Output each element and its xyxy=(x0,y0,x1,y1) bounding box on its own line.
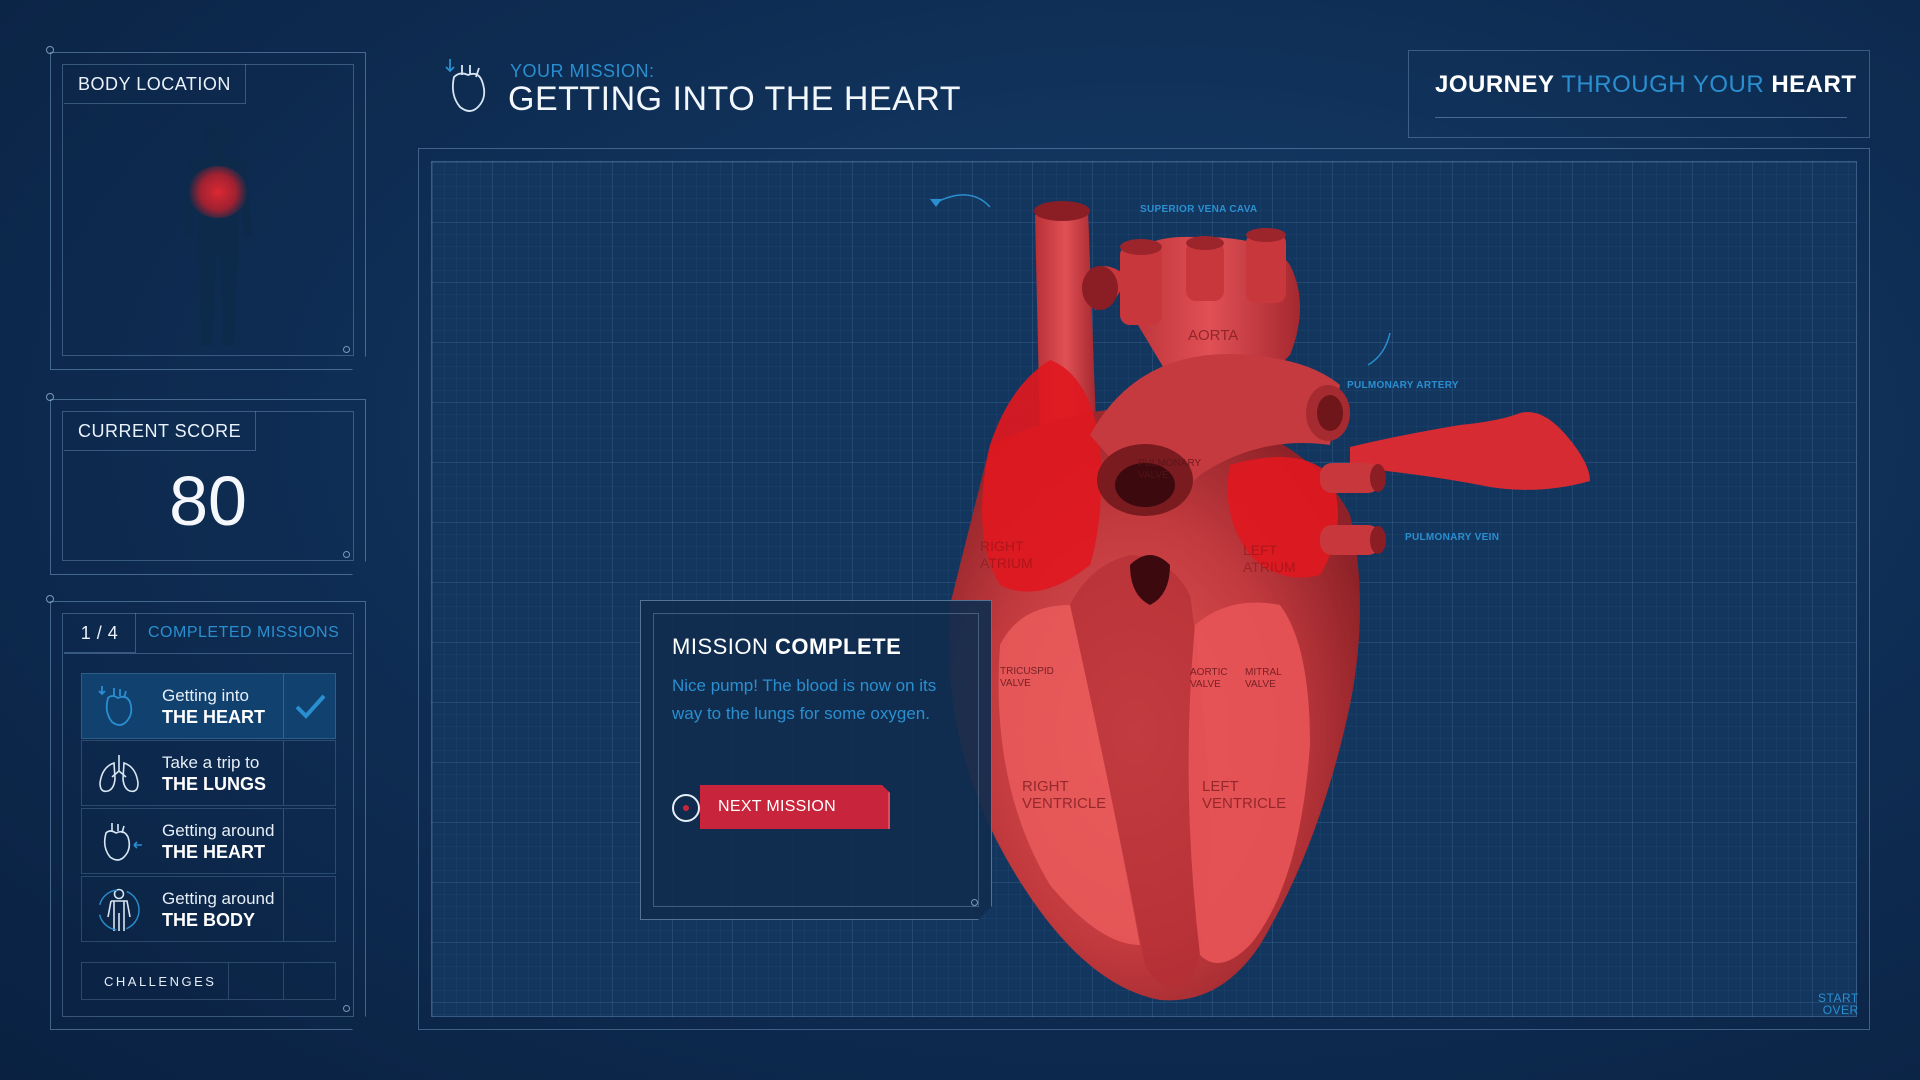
next-mission-label: NEXT MISSION xyxy=(718,798,836,815)
dialog-body: Nice pump! The blood is now on its way t… xyxy=(672,676,937,723)
dialog-title-bold: COMPLETE xyxy=(775,634,902,659)
brand-word-journey: JOURNEY xyxy=(1435,71,1555,98)
dialog-title: MISSION COMPLETE xyxy=(672,634,901,660)
label-line: RIGHT xyxy=(980,538,1024,554)
mission-item-around-heart[interactable]: Getting around THE HEART xyxy=(81,808,336,874)
mission-status xyxy=(283,674,335,738)
label-line: ATRIUM xyxy=(1243,559,1296,575)
divider xyxy=(228,963,229,999)
lungs-icon xyxy=(99,755,139,793)
label-line: VALVE xyxy=(1138,470,1169,481)
body-icon xyxy=(98,888,140,931)
mission-kicker: YOUR MISSION: xyxy=(510,61,655,81)
mission-line1: Getting into xyxy=(162,686,249,705)
challenges-button[interactable]: CHALLENGES xyxy=(81,962,336,1000)
divider xyxy=(64,653,352,654)
mission-line2: THE HEART xyxy=(162,707,265,727)
mission-status xyxy=(283,877,335,941)
start-over-button[interactable]: START OVER xyxy=(1818,992,1859,1016)
mission-line1: Getting around xyxy=(162,821,275,840)
corner-dot xyxy=(971,899,978,906)
label-superior-vena-cava: SUPERIOR VENA CAVA xyxy=(1140,204,1258,215)
body-location-label: BODY LOCATION xyxy=(64,64,246,104)
corner-dot xyxy=(343,346,350,353)
label-mitral-valve: MITRAL VALVE xyxy=(1245,667,1282,691)
label-line: LEFT xyxy=(1243,542,1278,558)
label-line: VENTRICLE xyxy=(1202,795,1287,812)
label-line: VALVE xyxy=(1190,679,1221,690)
mission-item-lungs[interactable]: Take a trip to THE LUNGS xyxy=(81,740,336,806)
score-panel: CURRENT SCORE 80 xyxy=(46,393,368,575)
mission-title: GETTING INTO THE HEART xyxy=(508,80,962,118)
play-dot-icon xyxy=(683,805,689,811)
label-line: LEFT xyxy=(1202,778,1239,795)
mission-line2: THE HEART xyxy=(162,842,265,862)
label-right-atrium: RIGHT ATRIUM xyxy=(980,538,1033,572)
score-label: CURRENT SCORE xyxy=(64,411,257,451)
body-highlight xyxy=(188,166,248,218)
heart-arrows-icon xyxy=(103,823,142,861)
mission-line1: Take a trip to xyxy=(162,753,260,772)
body-silhouette xyxy=(168,116,268,356)
brand-underline xyxy=(1435,117,1847,118)
label-pulmonary-valve: PULMONARY VALVE xyxy=(1138,458,1201,482)
heart-illustration xyxy=(930,194,1590,1001)
mission-line1: Getting around xyxy=(162,889,275,908)
label-line: TRICUSPID xyxy=(1000,666,1054,677)
missions-progress: 1 / 4 xyxy=(64,613,136,653)
label-aorta: AORTA xyxy=(1188,327,1239,344)
brand-panel: JOURNEY THROUGH YOUR HEART xyxy=(1408,50,1870,138)
divider xyxy=(283,963,284,999)
mission-line2: THE BODY xyxy=(162,910,256,930)
mission-status xyxy=(283,741,335,805)
label-aortic-valve: AORTIC VALVE xyxy=(1190,667,1228,691)
heart-icon xyxy=(98,686,133,726)
label-line: AORTIC xyxy=(1190,667,1228,678)
label-line: VALVE xyxy=(1245,679,1276,690)
label-left-atrium: LEFT ATRIUM xyxy=(1243,542,1296,576)
checkmark-icon xyxy=(295,694,326,719)
next-mission-button[interactable]: NEXT MISSION xyxy=(700,785,890,829)
label-line: VALVE xyxy=(1000,678,1031,689)
body-silhouette-icon xyxy=(184,120,252,346)
next-mission-icon[interactable] xyxy=(672,794,700,822)
mission-line2: THE LUNGS xyxy=(162,774,267,794)
label-right-ventricle: RIGHT VENTRICLE xyxy=(1022,778,1106,812)
label-line: MITRAL xyxy=(1245,667,1282,678)
mission-item-body[interactable]: Getting around THE BODY xyxy=(81,876,336,942)
brand-title: JOURNEY THROUGH YOUR HEART xyxy=(1435,71,1857,99)
start-over-line: OVER xyxy=(1822,1003,1859,1017)
label-pulmonary-artery: PULMONARY ARTERY xyxy=(1347,380,1459,391)
dialog-title-light: MISSION xyxy=(672,634,769,659)
body-location-panel: BODY LOCATION xyxy=(46,46,368,368)
mission-item-heart[interactable]: Getting into THE HEART xyxy=(81,673,336,739)
mission-status xyxy=(283,809,335,873)
brand-word-heart: HEART xyxy=(1771,71,1857,98)
score-value: 80 xyxy=(169,462,247,540)
brand-word-through: THROUGH YOUR xyxy=(1561,71,1765,98)
challenges-label: CHALLENGES xyxy=(104,974,217,989)
completed-missions-label: COMPLETED MISSIONS xyxy=(148,624,340,641)
label-line: ATRIUM xyxy=(980,555,1033,571)
label-left-ventricle: LEFT VENTRICLE xyxy=(1202,778,1286,812)
label-pulmonary-vein: PULMONARY VEIN xyxy=(1405,532,1500,543)
label-line: PULMONARY xyxy=(1138,458,1202,469)
corner-dot xyxy=(343,551,350,558)
label-tricuspid-valve: TRICUSPID VALVE xyxy=(1000,666,1054,690)
mission-heart-icon xyxy=(445,59,486,112)
label-line: VENTRICLE xyxy=(1022,795,1107,812)
corner-dot xyxy=(343,1005,350,1012)
label-line: RIGHT xyxy=(1022,778,1069,795)
